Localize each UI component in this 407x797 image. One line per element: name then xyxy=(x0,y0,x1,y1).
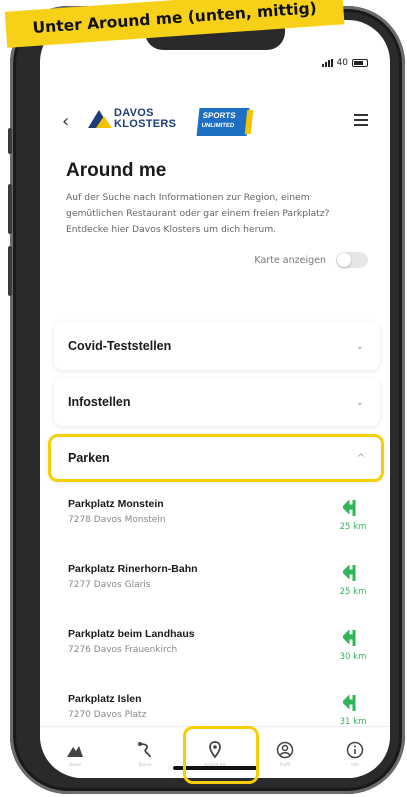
nav-item-profil[interactable]: Profil xyxy=(265,741,305,767)
distance-label: 30 km xyxy=(339,652,367,662)
distance-block: 30 km xyxy=(336,628,370,685)
phone-volume-down xyxy=(8,246,12,296)
accordion-parken[interactable]: Parken ^ xyxy=(48,434,384,482)
directions-icon xyxy=(343,564,356,581)
nav-label: Home xyxy=(69,762,81,767)
accordion-title: Infostellen xyxy=(68,395,131,409)
nav-label: Profil xyxy=(280,762,290,767)
directions-icon xyxy=(343,629,356,646)
profile-icon xyxy=(276,741,294,759)
parking-list: Parkplatz Monstein 7278 Davos Monstein 2… xyxy=(54,490,380,750)
map-toggle[interactable] xyxy=(336,252,368,268)
partner-logo-line-1: SPORTS xyxy=(202,111,237,120)
network-label: 40 xyxy=(336,58,348,68)
nav-label: Touren xyxy=(138,762,152,767)
chevron-left-icon[interactable]: ‹ xyxy=(62,112,78,132)
distance-label: 25 km xyxy=(339,522,367,532)
chevron-up-icon: ^ xyxy=(356,452,365,464)
battery-icon xyxy=(352,59,368,67)
chevron-down-icon: ⌄ xyxy=(355,340,364,352)
app-header: ‹ DAVOS KLOSTERS SPORTS UNLIMITED xyxy=(40,102,390,146)
intro-section: Around me Auf der Suche nach Information… xyxy=(66,160,368,268)
accordion-infostellen[interactable]: Infostellen ⌄ xyxy=(54,378,380,426)
chevron-down-icon: ⌄ xyxy=(355,396,364,408)
nav-item-home[interactable]: Home xyxy=(55,741,95,767)
parking-name: Parkplatz Islen xyxy=(68,693,142,705)
map-toggle-label: Karte anzeigen xyxy=(254,254,326,266)
parking-name: Parkplatz beim Landhaus xyxy=(68,628,195,640)
davos-klosters-logo[interactable]: DAVOS KLOSTERS xyxy=(88,108,176,130)
intro-text: Auf der Suche nach Informationen zur Reg… xyxy=(66,192,330,235)
accordion-title: Parken xyxy=(68,451,110,465)
nav-item-info[interactable]: Info xyxy=(335,741,375,767)
logo-mark xyxy=(88,110,112,128)
nav-label: Info xyxy=(351,762,359,767)
list-item[interactable]: Parkplatz beim Landhaus 7276 Davos Fraue… xyxy=(54,620,380,685)
partner-logo-line-2: UNLIMITED xyxy=(201,123,235,129)
list-item[interactable]: Parkplatz Rinerhorn-Bahn 7277 Davos Glar… xyxy=(54,555,380,620)
route-icon xyxy=(138,742,151,758)
nav-item-touren[interactable]: Touren xyxy=(125,741,165,767)
distance-label: 25 km xyxy=(339,587,367,597)
page-title: Around me xyxy=(66,160,167,181)
directions-icon xyxy=(343,499,356,516)
parking-name: Parkplatz Rinerhorn-Bahn xyxy=(68,563,198,575)
phone-side-button xyxy=(8,128,12,154)
map-toggle-row: Karte anzeigen xyxy=(66,252,368,268)
parking-name: Parkplatz Monstein xyxy=(68,498,164,510)
accordion-covid-teststellen[interactable]: Covid-Teststellen ⌄ xyxy=(54,322,380,370)
list-item[interactable]: Parkplatz Monstein 7278 Davos Monstein 2… xyxy=(54,490,380,555)
app-screen: 40 ‹ DAVOS KLOSTERS SPORTS UNLIMITED Aro… xyxy=(40,20,390,778)
parking-address: 7277 Davos Glaris xyxy=(68,580,151,590)
phone-volume-up xyxy=(8,184,12,234)
sports-unlimited-logo: SPORTS UNLIMITED xyxy=(196,108,254,136)
parking-address: 7270 Davos Platz xyxy=(68,710,147,720)
directions-icon xyxy=(343,694,356,711)
parking-address: 7278 Davos Monstein xyxy=(68,515,166,525)
signal-icon xyxy=(321,59,333,67)
category-accordion: Covid-Teststellen ⌄ Infostellen ⌄ Parken… xyxy=(48,322,384,490)
status-indicators: 40 xyxy=(321,58,368,68)
partner-logo-bar xyxy=(244,110,254,134)
mountain-icon xyxy=(67,746,83,757)
info-icon xyxy=(346,741,364,759)
logo-line-2: KLOSTERS xyxy=(114,118,177,130)
parking-address: 7276 Davos Frauenkirch xyxy=(68,645,178,655)
hamburger-icon[interactable] xyxy=(354,114,368,129)
distance-block: 25 km xyxy=(336,498,370,555)
accordion-title: Covid-Teststellen xyxy=(68,339,172,353)
distance-block: 25 km xyxy=(336,563,370,620)
around-me-highlight xyxy=(183,726,259,784)
